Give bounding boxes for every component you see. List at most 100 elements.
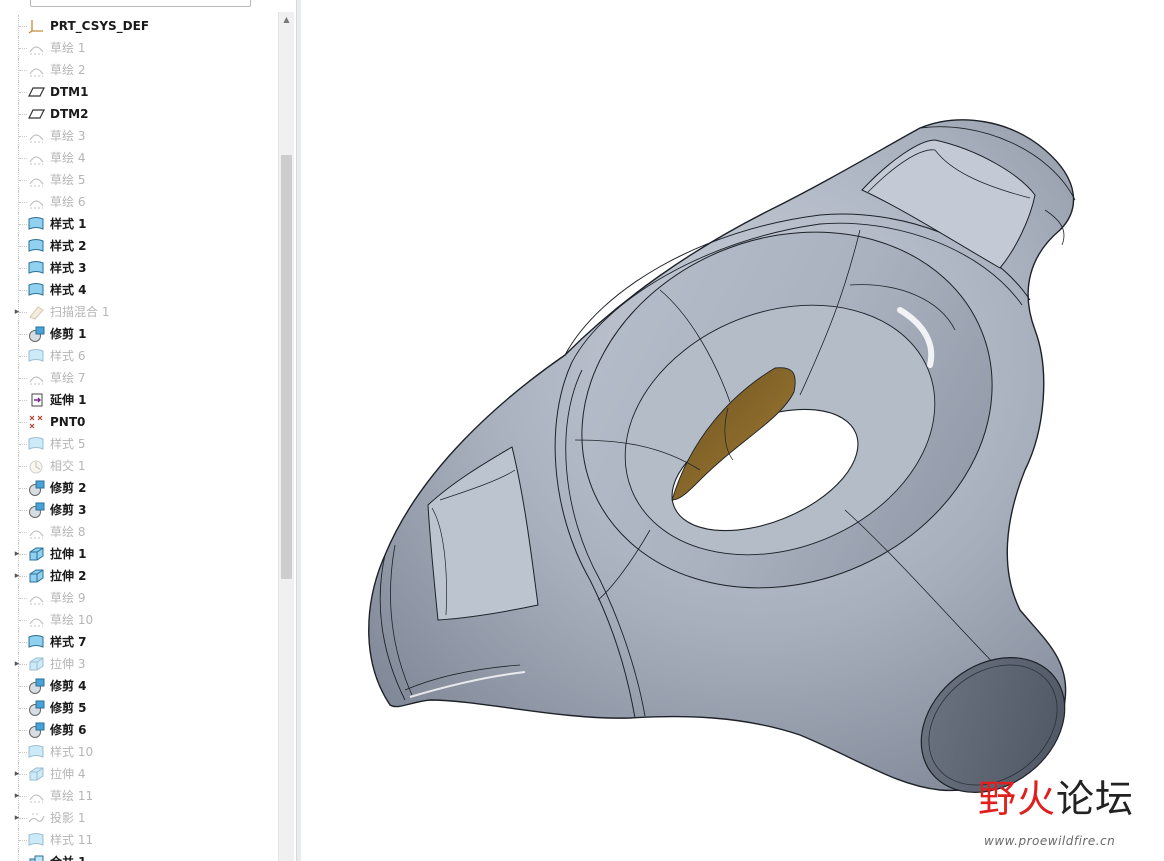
sketch-icon — [28, 40, 45, 56]
tree-guide-branch — [19, 378, 27, 380]
tree-item-label: 拉伸 3 — [50, 657, 86, 671]
tree-item[interactable]: 草绘 10 — [0, 609, 278, 631]
tree-item[interactable]: 修剪 2 — [0, 477, 278, 499]
tree-scrollbar[interactable]: ▲ — [278, 12, 294, 861]
tree-item-label: 草绘 6 — [50, 195, 86, 209]
tree-item[interactable]: 草绘 5 — [0, 169, 278, 191]
tree-item[interactable]: PNT0 — [0, 411, 278, 433]
tree-item[interactable]: 样式 4 — [0, 279, 278, 301]
sketch-icon — [28, 370, 45, 386]
model-tree-list: PRT_CSYS_DEF 草绘 1 草绘 2 DTM1 DTM2 草绘 3 草绘 4 草绘 5… — [0, 15, 278, 861]
tree-item[interactable]: ▸ 投影 1 — [0, 807, 278, 829]
tree-guide-branch — [19, 268, 27, 270]
tree-item[interactable]: 样式 11 — [0, 829, 278, 851]
style-icon — [28, 436, 45, 452]
tree-item-label: 草绘 10 — [50, 613, 94, 627]
expand-arrow-icon[interactable]: ▸ — [12, 791, 22, 801]
sketch-icon — [28, 524, 45, 540]
tree-item[interactable]: 样式 1 — [0, 213, 278, 235]
tree-item-label: 样式 5 — [50, 437, 86, 451]
tree-guide-branch — [19, 356, 27, 358]
tree-item[interactable]: 草绘 7 — [0, 367, 278, 389]
tree-item[interactable]: PRT_CSYS_DEF — [0, 15, 278, 37]
tree-item[interactable]: 草绘 8 — [0, 521, 278, 543]
tree-item[interactable]: 合并 1 — [0, 851, 278, 861]
style-icon — [28, 348, 45, 364]
style-icon — [28, 282, 45, 298]
watermark-title-red: 野火 — [978, 777, 1057, 821]
tree-guide-branch — [19, 510, 27, 512]
style-icon — [28, 238, 45, 254]
style-icon — [28, 260, 45, 276]
tree-item[interactable]: 相交 1 — [0, 455, 278, 477]
extrude-icon — [28, 656, 45, 672]
graphics-viewport[interactable]: 野火论坛 www.proewildfire.cn — [301, 0, 1164, 861]
tree-guide-branch — [19, 686, 27, 688]
tree-item[interactable]: 草绘 6 — [0, 191, 278, 213]
tree-item[interactable]: 样式 10 — [0, 741, 278, 763]
tree-item[interactable]: 草绘 1 — [0, 37, 278, 59]
swept-blend-icon — [28, 304, 45, 320]
tree-item-label: 草绘 7 — [50, 371, 86, 385]
tree-item-label: PNT0 — [50, 415, 86, 429]
tree-item[interactable]: 样式 6 — [0, 345, 278, 367]
tree-guide-branch — [19, 422, 27, 424]
tree-item-label: 拉伸 4 — [50, 767, 86, 781]
tree-search-input[interactable] — [30, 0, 251, 7]
expand-arrow-icon[interactable]: ▸ — [12, 659, 22, 669]
tree-guide-branch — [19, 136, 27, 138]
tree-item[interactable]: ▸ 拉伸 1 — [0, 543, 278, 565]
trim-icon — [28, 480, 45, 496]
tree-item[interactable]: ▸ 草绘 11 — [0, 785, 278, 807]
tree-item-label: 草绘 2 — [50, 63, 86, 77]
tree-item-label: 修剪 3 — [50, 503, 87, 517]
tree-item[interactable]: 修剪 4 — [0, 675, 278, 697]
tree-item[interactable]: 修剪 1 — [0, 323, 278, 345]
tree-guide-branch — [19, 400, 27, 402]
steering-wheel-hub-model[interactable] — [301, 0, 1164, 861]
tree-item-label: DTM1 — [50, 85, 89, 99]
tree-item[interactable]: 延伸 1 — [0, 389, 278, 411]
tree-item[interactable]: 草绘 2 — [0, 59, 278, 81]
scrollbar-thumb[interactable] — [281, 155, 292, 579]
expand-arrow-icon[interactable]: ▸ — [12, 813, 22, 823]
scroll-up-arrow-icon[interactable]: ▲ — [279, 12, 294, 28]
tree-item-label: 修剪 5 — [50, 701, 87, 715]
tree-item-label: 延伸 1 — [50, 393, 87, 407]
tree-item[interactable]: 样式 5 — [0, 433, 278, 455]
tree-item[interactable]: 修剪 5 — [0, 697, 278, 719]
tree-guide-branch — [19, 708, 27, 710]
tree-item[interactable]: ▸ 拉伸 4 — [0, 763, 278, 785]
tree-item[interactable]: DTM2 — [0, 103, 278, 125]
tree-item[interactable]: 修剪 3 — [0, 499, 278, 521]
tree-guide-branch — [19, 224, 27, 226]
tree-item[interactable]: 草绘 3 — [0, 125, 278, 147]
sketch-icon — [28, 172, 45, 188]
expand-arrow-icon[interactable]: ▸ — [12, 549, 22, 559]
tree-item[interactable]: 草绘 9 — [0, 587, 278, 609]
sketch-icon — [28, 62, 45, 78]
tree-guide-branch — [19, 444, 27, 446]
sketch-icon — [28, 788, 45, 804]
tree-item[interactable]: 修剪 6 — [0, 719, 278, 741]
expand-arrow-icon[interactable]: ▸ — [12, 769, 22, 779]
expand-arrow-icon[interactable]: ▸ — [12, 571, 22, 581]
expand-arrow-icon[interactable]: ▸ — [12, 307, 22, 317]
tree-item-label: 修剪 4 — [50, 679, 87, 693]
tree-item[interactable]: ▸ 扫描混合 1 — [0, 301, 278, 323]
tree-guide-branch — [19, 70, 27, 72]
tree-item[interactable]: 样式 7 — [0, 631, 278, 653]
tree-item-label: 修剪 6 — [50, 723, 87, 737]
tree-guide-branch — [19, 620, 27, 622]
merge-icon — [28, 854, 45, 861]
tree-item[interactable]: 草绘 4 — [0, 147, 278, 169]
style-icon — [28, 634, 45, 650]
tree-item[interactable]: ▸ 拉伸 3 — [0, 653, 278, 675]
extrude-icon — [28, 568, 45, 584]
tree-item-label: 样式 6 — [50, 349, 86, 363]
tree-item[interactable]: 样式 3 — [0, 257, 278, 279]
tree-item-label: PRT_CSYS_DEF — [50, 19, 150, 33]
tree-item[interactable]: 样式 2 — [0, 235, 278, 257]
tree-item[interactable]: ▸ 拉伸 2 — [0, 565, 278, 587]
tree-item[interactable]: DTM1 — [0, 81, 278, 103]
